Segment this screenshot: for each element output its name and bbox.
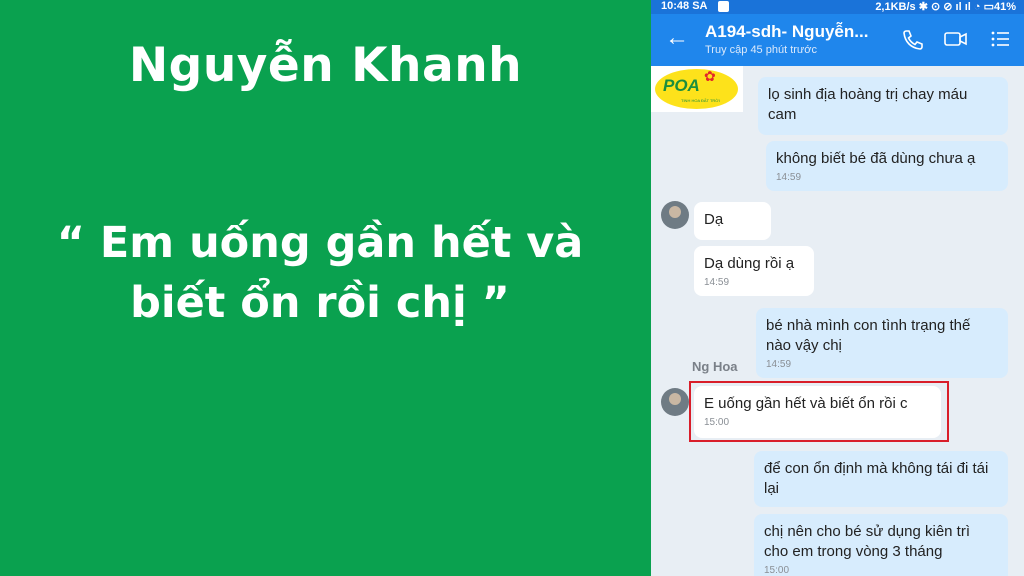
status-time: 10:48 SA	[661, 0, 708, 12]
status-bar: 10:48 SA 2,1KB/s ✱ ⊙ ⊘ ıl ıl ◔ ▭41%	[651, 0, 1024, 14]
chat-screenshot: 10:48 SA 2,1KB/s ✱ ⊙ ⊘ ıl ıl ◔ ▭41% ← A1…	[651, 0, 1024, 576]
quote-line-2: biết ổn rồi chị ”	[130, 278, 510, 328]
message-text: chị nên cho bé sử dụng kiên trì cho em t…	[764, 523, 971, 560]
message-time: 14:59	[766, 359, 792, 370]
message-text: Dạ	[704, 211, 724, 228]
chat-title[interactable]: A194-sdh- Nguyễn...	[705, 22, 868, 42]
sender-name: Ng Hoa	[692, 359, 738, 374]
logo-text: POA	[663, 76, 700, 95]
quote-line-1: “ Em uống gần hết và	[56, 218, 584, 268]
avatar[interactable]	[661, 388, 689, 416]
video-icon[interactable]	[943, 28, 969, 50]
message-text: bé nhà mình con tình trạng thế nào vậy c…	[766, 317, 971, 354]
message-bubble[interactable]: không biết bé đã dùng chưa ạ 14:59	[766, 141, 1008, 191]
poa-logo: POA ✿ TINH HOA ĐẤT TRỜI	[651, 66, 743, 112]
message-bubble[interactable]: bé nhà mình con tình trạng thế nào vậy c…	[756, 308, 1008, 378]
message-bubble[interactable]: Dạ	[694, 202, 771, 240]
message-text: để con ổn định mà không tái đi tái lại	[764, 460, 989, 497]
message-text: Dạ dùng rồi ạ	[704, 255, 795, 272]
message-time: 15:00	[764, 565, 790, 576]
message-bubble[interactable]: chị nên cho bé sử dụng kiên trì cho em t…	[754, 514, 1008, 576]
avatar[interactable]	[661, 201, 689, 229]
message-time: 14:59	[776, 172, 802, 183]
lotus-icon: ✿	[704, 68, 716, 84]
message-bubble[interactable]: lọ sinh địa hoàng trị chay máu cam	[758, 77, 1008, 135]
customer-name: Nguyễn Khanh	[128, 38, 523, 93]
back-arrow-icon[interactable]: ←	[665, 26, 689, 50]
message-bubble[interactable]: để con ổn định mà không tái đi tái lại	[754, 451, 1008, 507]
highlight-frame	[689, 381, 949, 442]
testimonial-quote: “ Em uống gần hết và biết ổn rồi chị ”	[20, 213, 620, 333]
last-seen-status: Truy cập 45 phút trước	[705, 44, 817, 56]
message-text: không biết bé đã dùng chưa ạ	[776, 150, 976, 167]
message-bubble[interactable]: Dạ dùng rồi ạ 14:59	[694, 246, 814, 296]
quote-panel: Nguyễn Khanh “ Em uống gần hết và biết ổ…	[0, 0, 651, 576]
status-indicators: 2,1KB/s ✱ ⊙ ⊘ ıl ıl ◔ ▭41%	[875, 1, 1016, 13]
app-notification-icon	[718, 1, 729, 12]
logo-tagline: TINH HOA ĐẤT TRỜI	[681, 98, 720, 103]
menu-list-icon[interactable]	[988, 28, 1014, 50]
phone-icon[interactable]	[899, 28, 925, 50]
chat-header: ← A194-sdh- Nguyễn... Truy cập 45 phút t…	[651, 14, 1024, 66]
message-time: 14:59	[704, 277, 730, 288]
message-text: lọ sinh địa hoàng trị chay máu cam	[768, 86, 968, 123]
